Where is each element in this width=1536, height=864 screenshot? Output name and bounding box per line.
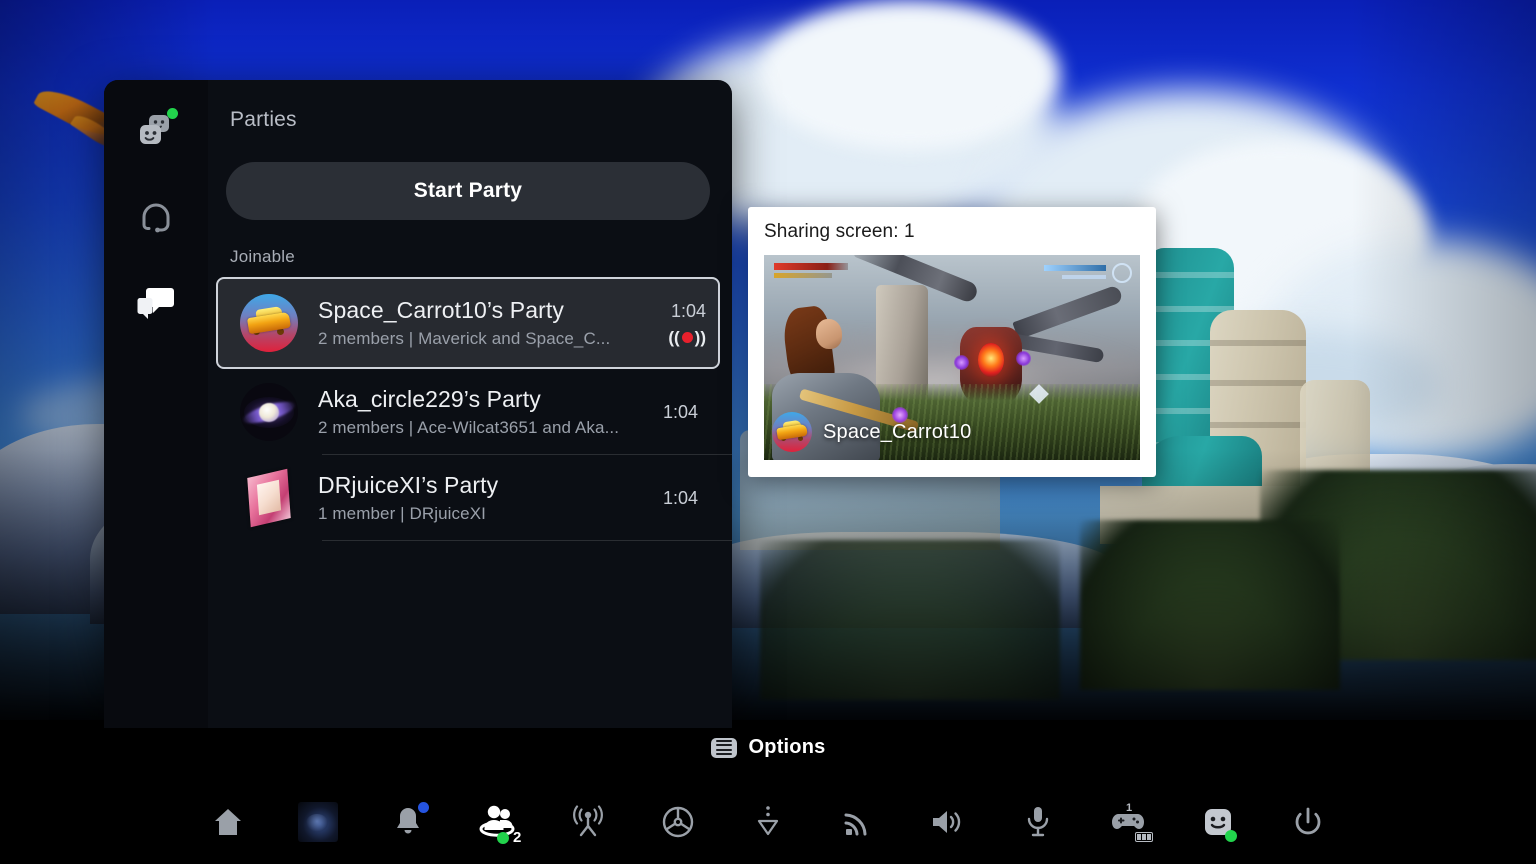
people-faces-icon bbox=[136, 114, 176, 150]
party-time: 1:04 bbox=[670, 300, 706, 321]
taskbar-item-network[interactable] bbox=[813, 780, 903, 864]
broadcast-indicator-icon: (()) bbox=[668, 328, 706, 347]
taskbar-item-home[interactable] bbox=[183, 780, 273, 864]
frame-avatar bbox=[240, 468, 298, 528]
party-time: 1:04 bbox=[662, 401, 698, 422]
panel-rail bbox=[104, 80, 208, 728]
game-hud-health-bar bbox=[774, 263, 848, 270]
sharing-screen-card[interactable]: Sharing screen: 1 Space_Carrot10 bbox=[748, 207, 1156, 477]
rail-item-messages[interactable] bbox=[128, 276, 184, 332]
ps5-control-center-screen: Parties Start Party Joinable Space_Carro… bbox=[0, 0, 1536, 864]
car-avatar bbox=[772, 412, 812, 452]
sharing-user-name: Space_Carrot10 bbox=[823, 420, 972, 443]
party-meta: DRjuiceXI’s Party 1 member | DRjuiceXI bbox=[318, 472, 632, 524]
headset-icon bbox=[137, 199, 175, 237]
game-base-status-dot bbox=[497, 832, 509, 844]
page-title: Parties bbox=[230, 108, 297, 131]
car-avatar bbox=[240, 294, 298, 352]
party-name: Aka_circle229’s Party bbox=[318, 386, 541, 412]
game-hud-xp-sub bbox=[1062, 275, 1106, 279]
taskbar-item-microphone[interactable] bbox=[993, 780, 1083, 864]
game-thumbnail-icon bbox=[298, 802, 338, 842]
character-face bbox=[816, 319, 842, 349]
taskbar: 2 1 bbox=[0, 780, 1536, 864]
controller-number: 1 bbox=[1126, 802, 1133, 814]
planet-avatar bbox=[240, 383, 298, 441]
party-row[interactable]: Aka_circle229’s Party 2 members | Ace-Wi… bbox=[226, 369, 732, 455]
party-right: 1:04 bbox=[642, 402, 698, 423]
section-label-joinable: Joinable bbox=[230, 247, 295, 266]
party-name: DRjuiceXI’s Party bbox=[318, 472, 499, 498]
party-members: 2 members | Maverick and Space_C... bbox=[318, 329, 611, 348]
taskbar-item-power[interactable] bbox=[1263, 780, 1353, 864]
taskbar-item-broadcast[interactable] bbox=[543, 780, 633, 864]
party-right: 1:04 (()) bbox=[650, 300, 706, 347]
taskbar-item-notifications[interactable] bbox=[363, 780, 453, 864]
party-row[interactable]: Space_Carrot10’s Party 2 members | Maver… bbox=[216, 277, 720, 369]
party-row[interactable]: DRjuiceXI’s Party 1 member | DRjuiceXI 1… bbox=[226, 455, 732, 541]
row-divider bbox=[322, 540, 732, 541]
taskbar-item-profile[interactable] bbox=[1173, 780, 1263, 864]
rail-item-game-base[interactable] bbox=[128, 104, 184, 160]
shared-game-screen-thumbnail[interactable]: Space_Carrot10 bbox=[764, 255, 1140, 460]
sharing-user: Space_Carrot10 bbox=[772, 412, 971, 452]
party-name: Space_Carrot10’s Party bbox=[318, 297, 564, 323]
machine-core-glow bbox=[978, 343, 1004, 377]
party-meta: Aka_circle229’s Party 2 members | Ace-Wi… bbox=[318, 386, 632, 438]
options-label: Options bbox=[748, 736, 826, 758]
chat-bubbles-icon bbox=[135, 285, 177, 323]
battery-icon bbox=[1135, 832, 1153, 842]
taskbar-item-accessories[interactable]: 1 bbox=[1083, 780, 1173, 864]
machine-glow-right bbox=[1016, 351, 1031, 366]
profile-status-dot bbox=[1225, 830, 1237, 842]
game-base-count: 2 bbox=[513, 829, 522, 846]
party-members: 1 member | DRjuiceXI bbox=[318, 504, 486, 523]
taskbar-item-sound[interactable] bbox=[903, 780, 993, 864]
machine-glow-left bbox=[954, 355, 969, 370]
party-right: 1:04 bbox=[642, 488, 698, 509]
speaker-icon bbox=[930, 807, 966, 837]
taskbar-item-game-switcher[interactable] bbox=[273, 780, 363, 864]
broadcast-icon bbox=[569, 805, 607, 839]
start-party-button[interactable]: Start Party bbox=[226, 162, 710, 220]
sharing-screen-title: Sharing screen: 1 bbox=[764, 221, 915, 242]
options-button-icon bbox=[710, 737, 737, 758]
taskbar-item-downloads[interactable] bbox=[723, 780, 813, 864]
party-meta: Space_Carrot10’s Party 2 members | Maver… bbox=[318, 297, 640, 349]
microphone-icon bbox=[1025, 804, 1051, 840]
party-time: 1:04 bbox=[662, 487, 698, 508]
downloads-icon bbox=[755, 805, 781, 839]
game-hud-level-circle bbox=[1112, 263, 1132, 283]
power-icon bbox=[1292, 806, 1324, 838]
game-hud-secondary-bar bbox=[774, 273, 832, 278]
taskbar-item-game-base[interactable]: 2 bbox=[453, 780, 543, 864]
game-hud-xp-bar bbox=[1044, 265, 1106, 271]
options-button[interactable]: Options bbox=[0, 736, 1536, 759]
parties-panel: Parties Start Party Joinable Space_Carro… bbox=[104, 80, 732, 728]
party-members: 2 members | Ace-Wilcat3651 and Aka... bbox=[318, 418, 620, 437]
wifi-icon bbox=[842, 806, 874, 838]
rail-item-voice-chat[interactable] bbox=[128, 190, 184, 246]
notification-badge bbox=[418, 802, 429, 813]
party-list: Space_Carrot10’s Party 2 members | Maver… bbox=[216, 277, 732, 541]
home-icon bbox=[211, 806, 245, 838]
taskbar-item-accessibility[interactable] bbox=[633, 780, 723, 864]
accessibility-icon bbox=[661, 805, 695, 839]
panel-content: Parties Start Party Joinable Space_Carro… bbox=[208, 80, 732, 728]
online-status-dot bbox=[167, 108, 178, 119]
